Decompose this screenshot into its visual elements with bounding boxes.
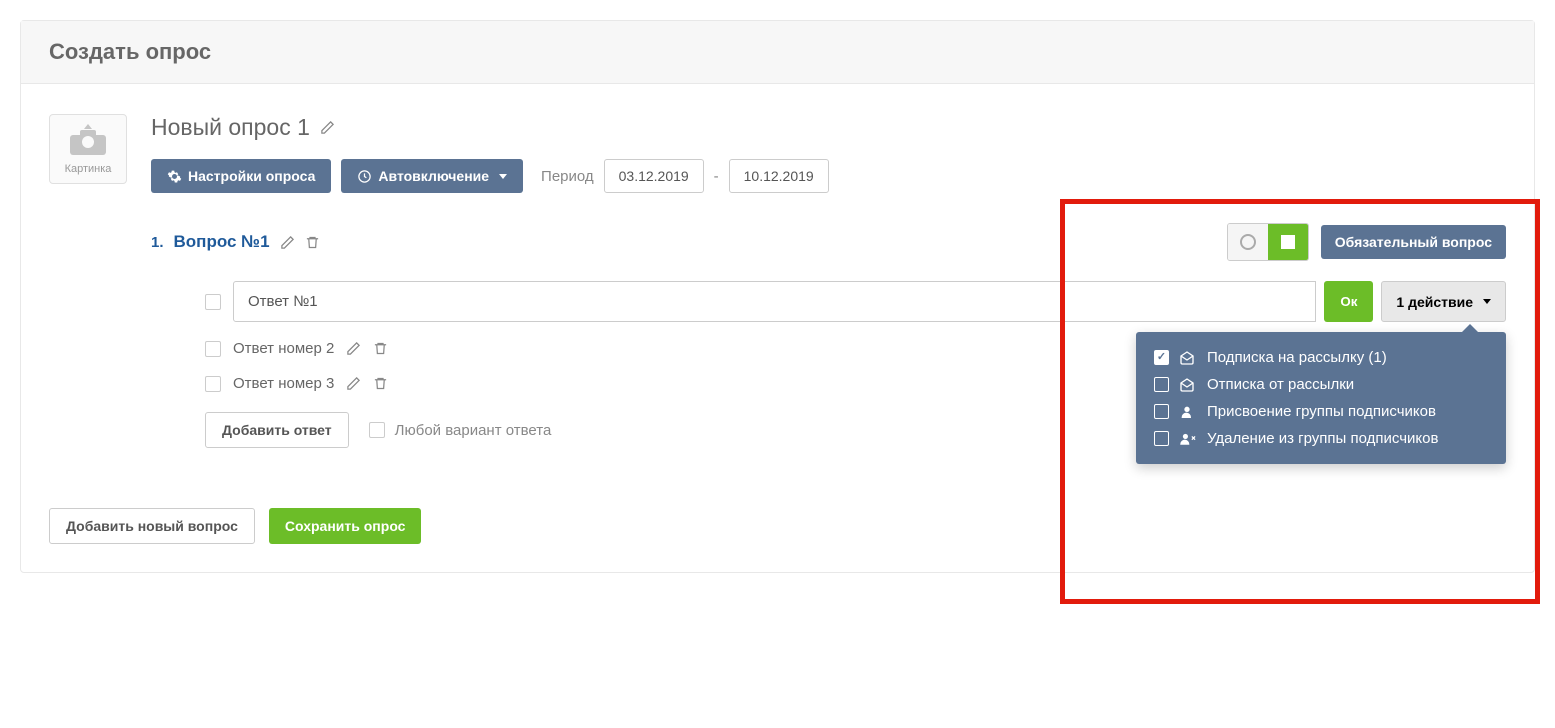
- dropdown-checkbox[interactable]: [1154, 431, 1169, 446]
- date-to-input[interactable]: [729, 159, 829, 193]
- add-answer-button[interactable]: Добавить ответ: [205, 412, 349, 448]
- action-count-label: 1 действие: [1396, 294, 1473, 310]
- gear-icon: [167, 169, 182, 184]
- auto-on-label: Автовключение: [378, 168, 489, 184]
- period-label: Период: [541, 168, 594, 185]
- dropdown-checkbox[interactable]: [1154, 377, 1169, 392]
- dropdown-checkbox[interactable]: [1154, 350, 1169, 365]
- dropdown-label: Удаление из группы подписчиков: [1207, 430, 1438, 447]
- ok-button[interactable]: Ок: [1324, 281, 1373, 322]
- action-dropdown-menu: Подписка на рассылку (1) Отписка от расс…: [1136, 332, 1506, 464]
- pencil-icon[interactable]: [320, 120, 335, 135]
- auto-on-button[interactable]: Автовключение: [341, 159, 523, 193]
- answer-row: Ок 1 действие Подписка на рассылку (1): [205, 281, 1506, 322]
- question-text: Вопрос №1: [174, 232, 270, 252]
- panel-header: Создать опрос: [21, 21, 1534, 84]
- date-from-input[interactable]: [604, 159, 704, 193]
- dropdown-item-unsubscribe[interactable]: Отписка от рассылки: [1136, 371, 1506, 398]
- trash-icon[interactable]: [305, 235, 320, 250]
- dropdown-label: Подписка на рассылку (1): [1207, 349, 1387, 366]
- settings-button[interactable]: Настройки опроса: [151, 159, 331, 193]
- add-question-button[interactable]: Добавить новый вопрос: [49, 508, 255, 544]
- pencil-icon[interactable]: [346, 341, 361, 356]
- image-upload-label: Картинка: [65, 163, 112, 175]
- any-answer-label: Любой вариант ответа: [395, 422, 552, 439]
- any-answer-checkbox[interactable]: [369, 422, 385, 438]
- question-number: 1.: [151, 234, 164, 251]
- answer-checkbox[interactable]: [205, 294, 221, 310]
- dropdown-checkbox[interactable]: [1154, 404, 1169, 419]
- answer-text: Ответ номер 3: [233, 375, 334, 392]
- answer-text: Ответ номер 2: [233, 340, 334, 357]
- answer-input[interactable]: [233, 281, 1316, 322]
- survey-name: Новый опрос 1: [151, 114, 310, 141]
- dropdown-label: Отписка от рассылки: [1207, 376, 1354, 393]
- pencil-icon[interactable]: [280, 235, 295, 250]
- required-badge[interactable]: Обязательный вопрос: [1321, 225, 1506, 259]
- action-dropdown-button[interactable]: 1 действие: [1381, 281, 1506, 322]
- user-icon: [1179, 404, 1197, 420]
- mail-open-icon: [1179, 350, 1197, 366]
- answer-checkbox[interactable]: [205, 341, 221, 357]
- pencil-icon[interactable]: [346, 376, 361, 391]
- trash-icon[interactable]: [373, 376, 388, 391]
- mail-out-icon: [1179, 377, 1197, 393]
- dropdown-item-assign-group[interactable]: Присвоение группы подписчиков: [1136, 398, 1506, 425]
- clock-icon: [357, 169, 372, 184]
- trash-icon[interactable]: [373, 341, 388, 356]
- dropdown-label: Присвоение группы подписчиков: [1207, 403, 1436, 420]
- settings-label: Настройки опроса: [188, 168, 315, 184]
- page-title: Создать опрос: [49, 39, 1506, 65]
- question-type-switch[interactable]: [1227, 223, 1309, 261]
- user-x-icon: [1179, 431, 1197, 447]
- chevron-down-icon: [1483, 299, 1491, 304]
- save-survey-button[interactable]: Сохранить опрос: [269, 508, 422, 544]
- image-upload[interactable]: Картинка: [49, 114, 127, 184]
- dropdown-item-remove-group[interactable]: Удаление из группы подписчиков: [1136, 425, 1506, 452]
- camera-icon: [70, 127, 106, 155]
- survey-panel: Создать опрос Картинка Новый опрос 1: [20, 20, 1535, 573]
- answer-checkbox[interactable]: [205, 376, 221, 392]
- chevron-down-icon: [499, 174, 507, 179]
- type-checkbox-option[interactable]: [1268, 224, 1308, 260]
- type-radio-option[interactable]: [1228, 224, 1268, 260]
- dropdown-item-subscribe[interactable]: Подписка на рассылку (1): [1136, 344, 1506, 371]
- date-dash: -: [714, 168, 719, 185]
